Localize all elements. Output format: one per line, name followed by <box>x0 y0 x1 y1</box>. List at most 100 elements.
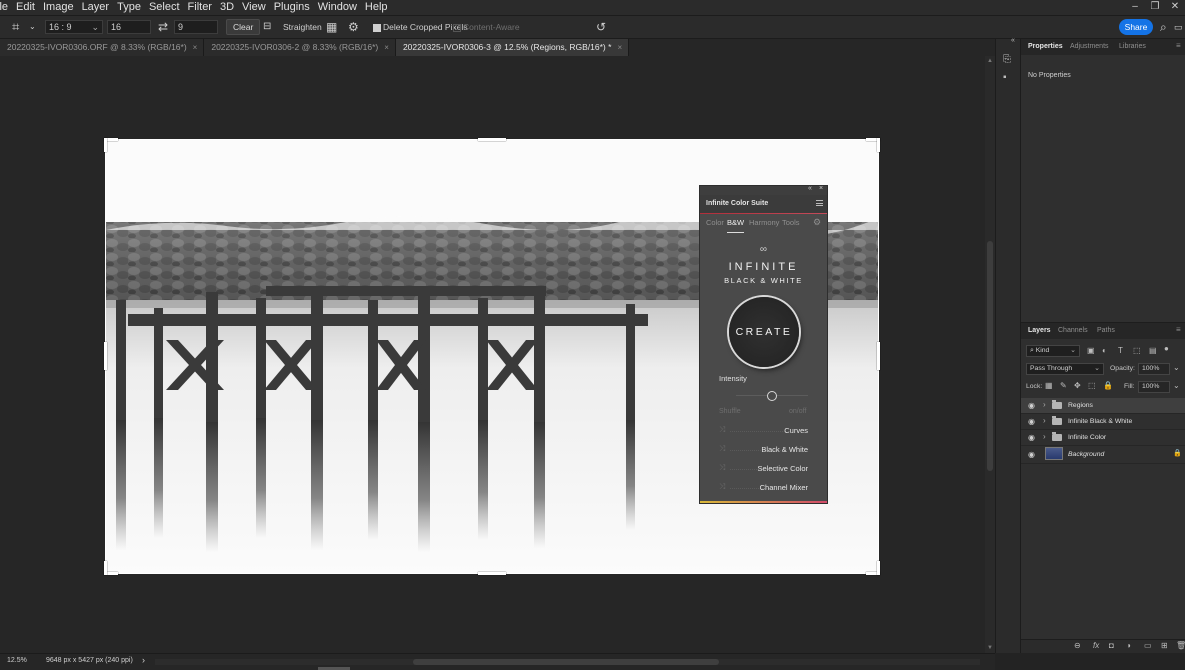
filter-toggle-icon[interactable]: ● <box>1164 344 1169 353</box>
menu-item-select[interactable]: Select <box>145 0 184 15</box>
delete-cropped-checkbox[interactable] <box>373 24 381 32</box>
tab-libraries[interactable]: Libraries <box>1119 43 1146 50</box>
crop-handle-bottom-left[interactable] <box>104 561 107 575</box>
tab-document-2[interactable]: 20220325-IVOR0306-2 @ 8.33% (RGB/16*) × <box>204 39 396 56</box>
menu-item-3d[interactable]: 3D <box>216 0 238 15</box>
visibility-eye-icon[interactable]: ◉ <box>1028 417 1035 426</box>
layer-row-background[interactable]: ◉ Background 🔒 <box>1021 446 1185 464</box>
menu-item-layer[interactable]: Layer <box>78 0 114 15</box>
visibility-eye-icon[interactable]: ◉ <box>1028 450 1035 459</box>
zoom-level[interactable]: 12.5% <box>7 657 27 664</box>
adjustment-row-curves[interactable]: ⤨ Curves <box>700 422 827 440</box>
menu-item-view[interactable]: View <box>238 0 270 15</box>
visibility-eye-icon[interactable]: ◉ <box>1028 401 1035 410</box>
fx-icon[interactable]: fx <box>1093 641 1099 650</box>
tab-bw[interactable]: B&W <box>727 218 745 233</box>
add-mask-icon[interactable]: ◘ <box>1109 641 1114 650</box>
chevron-down-icon[interactable]: ⌄ <box>1173 363 1180 372</box>
chevron-right-icon[interactable]: › <box>1043 416 1046 425</box>
filter-type-icon[interactable]: T <box>1118 346 1123 355</box>
menu-item-plugins[interactable]: Plugins <box>270 0 314 15</box>
lock-position-icon[interactable]: ✥ <box>1074 381 1081 390</box>
filter-pixel-icon[interactable]: ▣ <box>1087 346 1095 355</box>
adjustment-name[interactable]: Curves <box>784 426 808 435</box>
adjustment-name[interactable]: Channel Mixer <box>760 483 808 492</box>
layer-name[interactable]: Infinite Black & White <box>1068 418 1132 425</box>
height-input[interactable]: 9 <box>174 20 218 34</box>
filter-adjustment-icon[interactable]: ◐ <box>1102 346 1107 355</box>
tab-document-1[interactable]: 20220325-IVOR0306.ORF @ 8.33% (RGB/16*) × <box>0 39 205 56</box>
lock-all-icon[interactable]: 🔒 <box>1103 381 1113 390</box>
chevron-down-icon[interactable]: ⌄ <box>1173 381 1180 390</box>
menu-item-image[interactable]: Image <box>39 0 78 15</box>
document-info[interactable]: 9648 px x 5427 px (240 ppi) <box>46 657 133 664</box>
blend-mode-select[interactable]: Pass Through ⌄ <box>1026 363 1104 375</box>
adjustment-name[interactable]: Black & White <box>761 445 808 454</box>
grid-overlay-icon[interactable]: ▦ <box>326 19 337 35</box>
tab-color[interactable]: Color <box>706 218 724 227</box>
filter-smart-object-icon[interactable]: ▤ <box>1149 346 1157 355</box>
horizontal-scrollbar[interactable] <box>155 659 980 665</box>
collapse-icon[interactable]: « <box>808 185 812 192</box>
share-button[interactable]: Share <box>1119 19 1153 35</box>
content-aware-checkbox[interactable] <box>453 24 461 32</box>
close-window-icon[interactable]: ✕ <box>1165 0 1185 15</box>
menu-item-type[interactable]: Type <box>113 0 145 15</box>
opacity-input[interactable]: 100% <box>1138 363 1170 375</box>
fill-input[interactable]: 100% <box>1138 381 1170 393</box>
layer-row-infinite-color[interactable]: ◉ › Infinite Color <box>1021 430 1185 446</box>
adjustment-layer-icon[interactable]: ◑ <box>1126 641 1131 650</box>
search-icon[interactable]: ⌕ <box>1160 19 1167 35</box>
chevron-right-icon[interactable]: › <box>1043 400 1046 409</box>
new-layer-icon[interactable]: ⊞ <box>1161 641 1168 650</box>
menu-item-edit[interactable]: Edit <box>12 0 39 15</box>
tab-tools[interactable]: Tools <box>782 218 800 227</box>
shuffle-icon[interactable]: ⤨ <box>719 444 725 454</box>
panel-menu-icon[interactable]: ≡ <box>1176 325 1181 334</box>
menu-item-help[interactable]: Help <box>361 0 392 15</box>
ratio-preset-select[interactable]: 16 : 9 ⌄ <box>45 20 103 34</box>
cancel-crop-icon[interactable]: ↺ <box>596 19 606 35</box>
panel-menu-icon[interactable]: ≡ <box>1176 41 1181 50</box>
create-button[interactable]: CREATE <box>729 297 799 367</box>
lock-artboard-icon[interactable]: ⬚ <box>1088 381 1096 390</box>
intensity-slider-knob[interactable] <box>767 391 777 401</box>
shuffle-icon[interactable]: ⤨ <box>719 482 725 492</box>
crop-handle-bottom[interactable] <box>478 572 506 575</box>
crop-handle-right[interactable] <box>877 342 880 370</box>
adjustment-row-selective-color[interactable]: ⤨ Selective Color <box>700 460 827 478</box>
swap-icon[interactable]: ⇄ <box>158 19 168 35</box>
vertical-scrollbar[interactable]: ▲ ▼ <box>985 56 995 653</box>
chevron-right-icon[interactable]: › <box>142 655 145 665</box>
tab-properties[interactable]: Properties <box>1026 39 1066 55</box>
crop-handle-top-left[interactable] <box>104 138 107 152</box>
chevron-down-icon[interactable]: ⌄ <box>29 19 36 35</box>
close-icon[interactable]: × <box>617 43 622 52</box>
filter-shape-icon[interactable]: ⬚ <box>1133 346 1141 355</box>
lock-transparent-icon[interactable]: ▦ <box>1045 381 1053 390</box>
layer-name[interactable]: Infinite Color <box>1068 434 1106 441</box>
tab-adjustments[interactable]: Adjustments <box>1070 43 1109 50</box>
close-icon[interactable]: × <box>193 43 198 52</box>
crop-handle-bottom-right[interactable] <box>877 561 880 575</box>
minimize-icon[interactable]: – <box>1125 0 1145 15</box>
crop-handle-top[interactable] <box>478 138 506 141</box>
collapse-icon[interactable]: « <box>1011 37 1015 44</box>
scrollbar-thumb[interactable] <box>987 241 993 471</box>
scroll-down-icon[interactable]: ▼ <box>985 645 995 651</box>
menu-item-ile[interactable]: ile <box>0 0 12 15</box>
tab-channels[interactable]: Channels <box>1058 327 1088 334</box>
layer-row-infinite-bw[interactable]: ◉ › Infinite Black & White <box>1021 414 1185 430</box>
menu-item-filter[interactable]: Filter <box>184 0 216 15</box>
straighten-label[interactable]: Straighten <box>283 19 322 35</box>
adjustment-row-channel-mixer[interactable]: ⤨ Channel Mixer <box>700 479 827 497</box>
layer-name[interactable]: Background <box>1068 451 1104 458</box>
comments-icon[interactable]: ▪ <box>1003 72 1007 83</box>
trash-icon[interactable]: 🗑 <box>1176 641 1185 650</box>
layer-kind-filter[interactable]: ⌕ Kind ⌄ <box>1026 345 1080 357</box>
chevron-right-icon[interactable]: › <box>1043 432 1046 441</box>
crop-handle-top-right[interactable] <box>877 138 880 152</box>
menu-item-window[interactable]: Window <box>314 0 361 15</box>
close-icon[interactable]: × <box>819 185 823 192</box>
restore-icon[interactable]: ❐ <box>1145 0 1165 15</box>
